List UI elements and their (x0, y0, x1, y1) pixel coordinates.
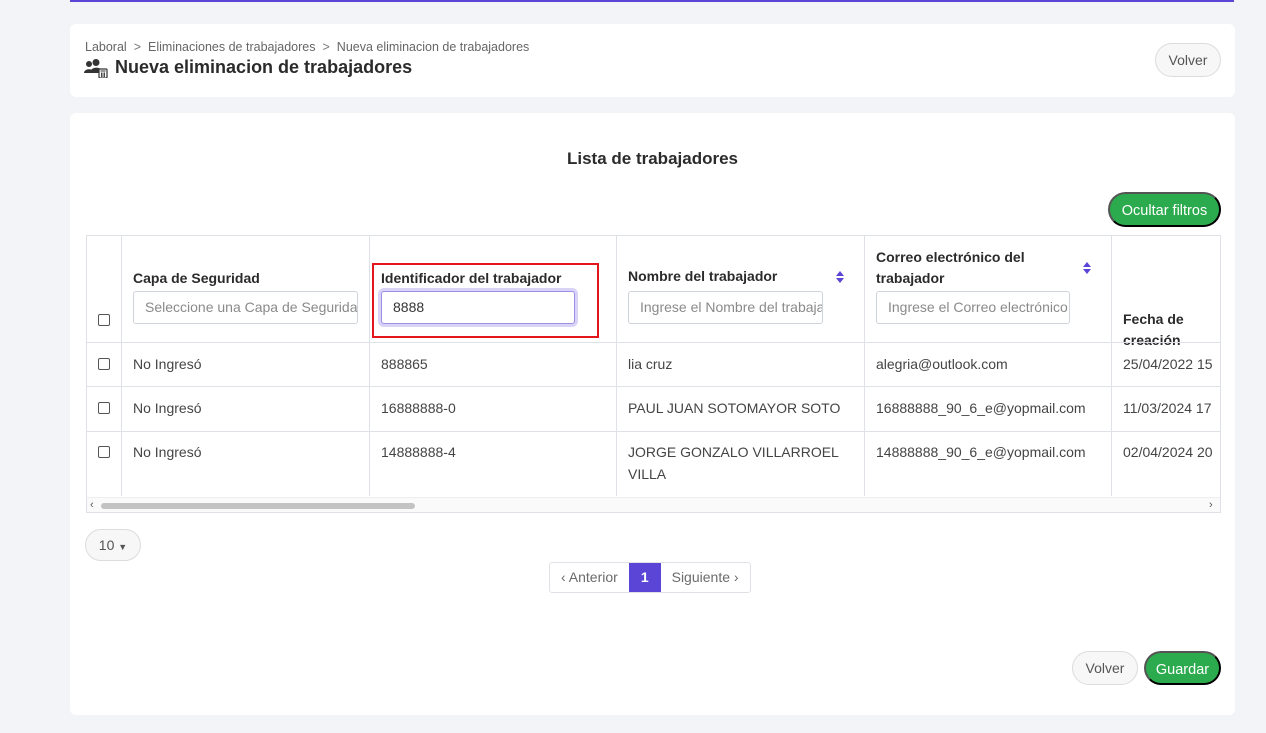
list-title: Lista de trabajadores (566, 149, 738, 168)
cell-fecha: 11/03/2024 17 (1123, 400, 1212, 416)
sort-icon[interactable] (835, 270, 845, 284)
cell-correo: alegria@outlook.com (876, 356, 1008, 372)
cell-nombre-line2: VILLA (628, 466, 667, 482)
scrollbar-thumb[interactable] (101, 503, 415, 509)
cell-nombre: lia cruz (628, 356, 673, 372)
scroll-left-icon[interactable]: ‹ (90, 499, 94, 511)
select-all-checkbox[interactable] (98, 314, 110, 326)
cell-correo: 16888888_90_6_e@yopmail.com (876, 400, 1086, 416)
hide-filters-button[interactable]: Ocultar filtros (1108, 192, 1221, 227)
filter-capa-select[interactable]: Seleccione una Capa de Seguridad (133, 291, 358, 324)
pagination-page-1[interactable]: 1 (628, 563, 661, 592)
row-checkbox[interactable] (98, 358, 110, 370)
cell-correo: 14888888_90_6_e@yopmail.com (876, 444, 1086, 460)
cell-capa: No Ingresó (133, 356, 202, 372)
cell-identificador: 14888888-4 (381, 444, 456, 460)
pagination: ‹ Anterior 1 Siguiente › (549, 562, 751, 593)
breadcrumb-item-laboral[interactable]: Laboral (85, 40, 127, 54)
save-button[interactable]: Guardar (1144, 651, 1221, 685)
scroll-right-icon[interactable]: › (1209, 499, 1213, 511)
pagination-next[interactable]: Siguiente › (661, 563, 750, 592)
header-card: Laboral > Eliminaciones de trabajadores > Nu… (70, 24, 1235, 97)
breadcrumb-item-eliminaciones[interactable]: Eliminaciones de trabajadores (148, 40, 315, 54)
cell-fecha: 02/04/2024 20 (1123, 444, 1213, 460)
cell-nombre: PAUL JUAN SOTOMAYOR SOTO (628, 400, 841, 416)
sort-icon[interactable] (1082, 261, 1092, 275)
cell-capa: No Ingresó (133, 444, 202, 460)
header-nombre[interactable]: Nombre del trabajador (628, 266, 777, 287)
filter-nombre-input[interactable]: Ingrese el Nombre del trabajador (628, 291, 823, 324)
breadcrumb-separator: > (133, 40, 142, 54)
page-size-value: 10 (98, 537, 115, 553)
breadcrumb-item-current: Nueva eliminacion de trabajadores (336, 40, 530, 54)
cell-capa: No Ingresó (133, 400, 202, 416)
header-correo[interactable]: Correo electrónico del trabajador (876, 247, 1046, 289)
workers-table: Capa de Seguridad Seleccione una Capa de… (86, 235, 1221, 513)
highlight-box (372, 263, 599, 338)
header-capa[interactable]: Capa de Seguridad (133, 268, 260, 289)
horizontal-scrollbar[interactable]: ‹ › (87, 497, 1220, 512)
pagination-prev[interactable]: ‹ Anterior (550, 563, 629, 592)
page-title: Nueva eliminacion de trabajadores (115, 57, 413, 77)
back-button-top[interactable]: Volver (1155, 43, 1221, 77)
header-fecha[interactable]: Fecha de creación (1123, 309, 1220, 351)
users-delete-icon (84, 58, 108, 78)
cell-nombre-line1: JORGE GONZALO VILLARROEL (628, 444, 839, 460)
caret-down-icon: ▼ (118, 542, 128, 552)
breadcrumb: Laboral > Eliminaciones de trabajadores > Nu… (85, 40, 529, 54)
cell-identificador: 888865 (381, 356, 428, 372)
back-button-bottom[interactable]: Volver (1072, 651, 1138, 685)
title-row: Nueva eliminacion de trabajadores (84, 57, 412, 78)
page-size-select[interactable]: 10 ▼ (85, 529, 141, 561)
row-checkbox[interactable] (98, 402, 110, 414)
filter-correo-input[interactable]: Ingrese el Correo electrónico (876, 291, 1070, 324)
cell-fecha: 25/04/2022 15 (1123, 356, 1213, 372)
cell-identificador: 16888888-0 (381, 400, 456, 416)
worker-list-card: Lista de trabajadores Ocultar filtros Ca… (70, 113, 1235, 715)
breadcrumb-separator: > (322, 40, 330, 54)
top-accent-bar (70, 0, 1234, 2)
row-checkbox[interactable] (98, 446, 110, 458)
